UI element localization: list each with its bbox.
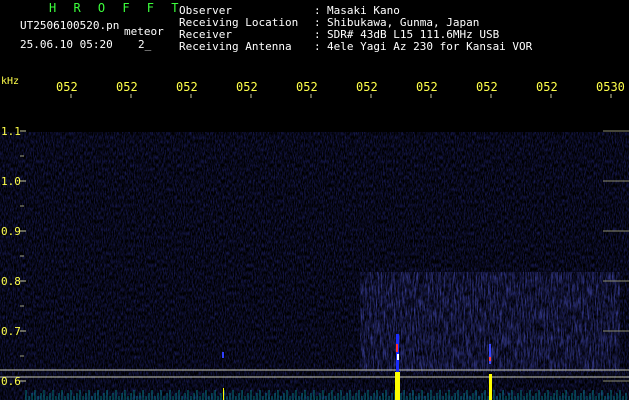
time-tick-label: 052 <box>176 80 198 94</box>
freq-tick-label: 0.8 <box>1 275 21 288</box>
echo-core <box>397 354 399 360</box>
time-tick-label: 052 <box>296 80 318 94</box>
time-tick-label: 052 <box>56 80 78 94</box>
image-index: 2_ <box>138 38 152 51</box>
freq-tick-label: 0.9 <box>1 225 21 238</box>
header: H R O F F T UT2506100520.pn meteor 25.06… <box>0 0 629 72</box>
echo-head <box>395 372 400 400</box>
time-tick-label: 0530 <box>596 80 625 94</box>
echo-peak <box>396 344 398 352</box>
mode-label: meteor <box>124 25 164 38</box>
value-antenna: 4ele Yagi Az 230 for Kansai VOR <box>327 40 533 53</box>
time-tick-label: 052 <box>116 80 138 94</box>
y-axis-unit: kHz <box>1 76 19 87</box>
echo-trace <box>222 352 224 358</box>
spectrogram: kHz 052 052 052 052 052 052 052 052 052 0530 1.1 1.0… <box>0 72 629 400</box>
echo-head <box>489 374 492 400</box>
echo-trace <box>223 388 224 400</box>
date-time: 25.06.10 05:20 <box>20 38 113 51</box>
time-tick-label: 052 <box>236 80 258 94</box>
time-tick-label: 052 <box>476 80 498 94</box>
colon-antenna: : <box>314 40 321 53</box>
freq-tick-label: 0.6 <box>1 375 21 388</box>
echo-trail <box>396 334 399 372</box>
time-tick-label: 052 <box>536 80 558 94</box>
program-title: H R O F F T <box>49 1 184 15</box>
freq-tick-label: 0.7 <box>1 325 21 338</box>
label-antenna: Receiving Antenna <box>179 40 292 53</box>
freq-tick-label: 1.0 <box>1 175 21 188</box>
time-tick-label: 052 <box>416 80 438 94</box>
time-tick-label: 052 <box>356 80 378 94</box>
freq-tick-label: 1.1 <box>1 125 21 138</box>
file-name: UT2506100520.pn <box>20 19 120 32</box>
echo-peak <box>489 357 491 361</box>
